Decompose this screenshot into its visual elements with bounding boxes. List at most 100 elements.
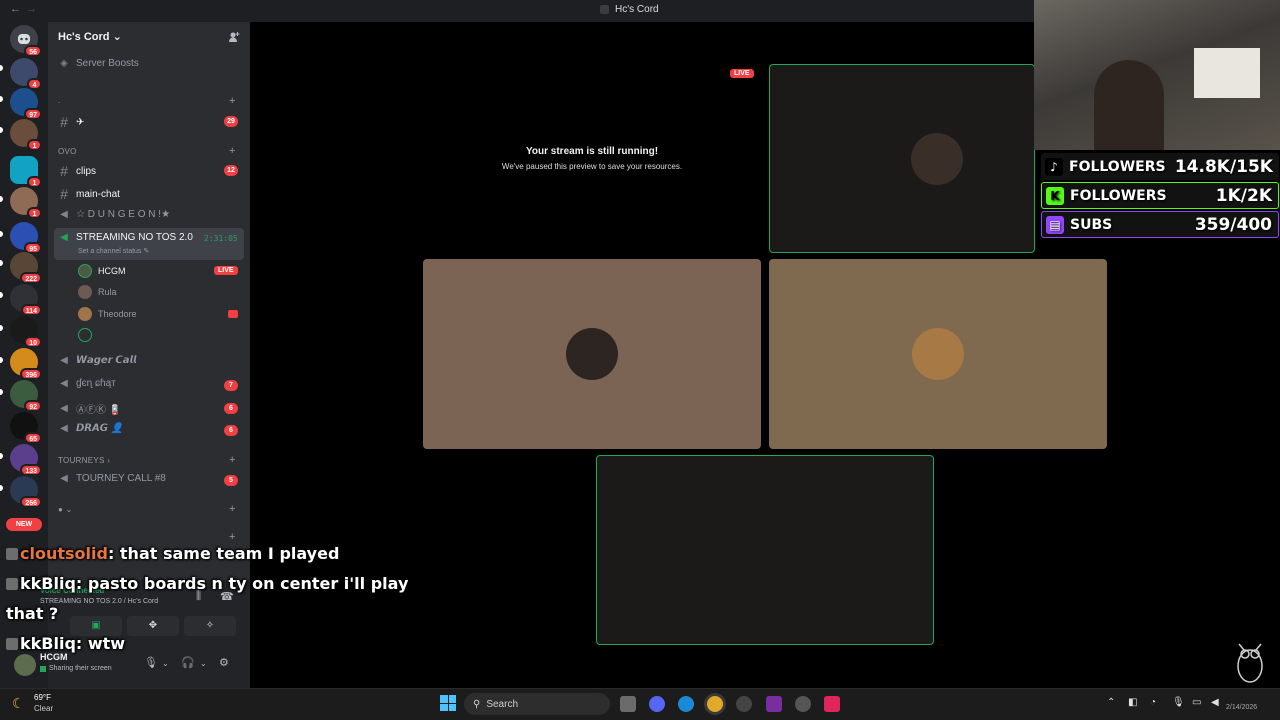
camera-live-icon — [228, 310, 238, 318]
participant-tile-empty[interactable] — [596, 455, 934, 645]
voice-channel-tourney[interactable]: ◀ TOURNEY CALL #8 — [58, 473, 166, 484]
server-icon[interactable]: 4 — [10, 58, 42, 90]
server-icon[interactable]: 95 — [10, 222, 42, 254]
start-button[interactable] — [440, 695, 456, 711]
task-view-icon[interactable] — [620, 696, 636, 712]
category-label: TOURNEYS — [58, 456, 105, 465]
owl-logo-icon — [1230, 636, 1270, 686]
voice-user-rula[interactable]: Rula — [78, 285, 117, 299]
tray-app-icon[interactable]: ◔ — [1150, 697, 1156, 708]
server-badge: 396 — [20, 368, 42, 380]
participant-tile-hcgm[interactable] — [769, 64, 1035, 253]
server-icon[interactable]: 1 — [10, 156, 42, 188]
server-icon[interactable]: 222 — [10, 252, 42, 284]
microphone-icon[interactable]: 🎙 — [144, 656, 158, 669]
chevron-down-icon[interactable]: ⌄ — [162, 659, 169, 668]
moon-icon[interactable]: ☾ — [12, 695, 25, 712]
avatar — [912, 328, 964, 380]
voice-channel-dungeon[interactable]: ◀ ☆ D U N G E O N !★ — [58, 209, 170, 220]
participant-tile-theodore[interactable] — [769, 259, 1107, 449]
app-root: ← → Hc's Cord 56 4 97 1 1 1 95 222 114 1… — [0, 0, 1280, 720]
goal-value: 359/400 — [1194, 214, 1272, 235]
channel-status-prompt[interactable]: Set a channel status ✎ — [78, 247, 149, 255]
voice-user-hcgm[interactable]: HCGM — [78, 264, 126, 278]
server-icon[interactable]: 1 — [10, 187, 42, 219]
channel-item-main-chat[interactable]: # main-chat — [58, 186, 120, 202]
server-icon[interactable]: 65 — [10, 412, 42, 444]
channel-item-clips[interactable]: # clips — [58, 163, 96, 179]
network-icon[interactable]: ▭ — [1192, 697, 1201, 708]
category-collapsed[interactable]: ● ⌄ — [58, 505, 73, 514]
avatar[interactable] — [14, 654, 36, 676]
kick-followers-goal: K FOLLOWERS 1K/2K — [1041, 182, 1279, 209]
stream-app-icon[interactable] — [766, 696, 782, 712]
chevron-down-icon[interactable]: ⌄ — [200, 659, 207, 668]
server-boosts-item[interactable]: ◈ Server Boosts — [58, 58, 139, 69]
user-status: Sharing their screen — [40, 665, 112, 672]
category-dot[interactable]: . — [58, 96, 61, 105]
clock-date[interactable]: 2/14/2026 — [1226, 704, 1257, 711]
voice-channel-wager[interactable]: ◀ 𝙒𝙖𝙜𝙚𝙧 𝘾𝙖𝙡𝙡 — [58, 355, 136, 366]
server-icon[interactable]: 10 — [10, 316, 42, 348]
add-channel-icon[interactable]: + — [229, 454, 235, 466]
windows-logo-icon — [448, 695, 456, 703]
avatar — [911, 133, 963, 185]
server-icon[interactable]: 114 — [10, 284, 42, 316]
server-icon[interactable]: 266 — [10, 476, 42, 508]
voice-channel-streaming[interactable]: ◀ STREAMING NO TOS 2.0 — [58, 232, 193, 243]
add-channel-icon[interactable]: + — [229, 145, 235, 157]
server-icon[interactable]: 92 — [10, 380, 42, 412]
discord-taskbar-icon[interactable] — [649, 696, 665, 712]
tray-app-icon[interactable]: ◧ — [1128, 697, 1137, 708]
speaker-icon: ◀ — [60, 209, 68, 220]
forward-arrow-icon[interactable]: → — [26, 3, 37, 15]
stop-stream-button[interactable]: ▣ — [70, 616, 122, 636]
server-icon[interactable]: 396 — [10, 348, 42, 380]
chevron-right-icon: › — [107, 456, 111, 465]
chevron-up-icon[interactable]: ⌃ — [1107, 697, 1115, 708]
invite-user-icon[interactable] — [228, 31, 240, 43]
new-unreads-badge[interactable]: NEW — [6, 518, 42, 531]
channel-status-text: Set a channel status — [78, 248, 142, 255]
microphone-icon[interactable]: 🎙 — [1172, 697, 1185, 708]
category-ovo[interactable]: OVO — [58, 147, 77, 156]
home-button[interactable]: 56 — [10, 25, 42, 57]
guild-header[interactable]: Hc's Cord ⌄ — [58, 30, 122, 43]
activities-button[interactable]: ✥ — [127, 616, 179, 636]
media-player-icon[interactable] — [736, 696, 752, 712]
back-arrow-icon[interactable]: ← — [10, 3, 21, 15]
add-channel-icon[interactable]: + — [229, 503, 235, 515]
volume-icon[interactable]: ◀ — [1211, 697, 1219, 708]
add-channel-icon[interactable]: + — [229, 95, 235, 107]
category-tourneys[interactable]: TOURNEYS › — [58, 456, 110, 465]
channel-label: ✈ — [76, 116, 85, 128]
edge-icon[interactable] — [678, 696, 694, 712]
channel-label: 𝘿𝙍𝘼𝙂 👤 — [76, 423, 124, 434]
participant-tile-rula[interactable] — [423, 259, 761, 449]
speaker-icon: ◀ — [60, 355, 68, 366]
voice-user-theodore[interactable]: Theodore — [78, 307, 137, 321]
voice-channel-afk[interactable]: ◀ ⒶⒻⓀ 🪫 — [58, 401, 121, 416]
soundboard-button[interactable]: ✧ — [184, 616, 236, 636]
voice-channel-drag[interactable]: ◀ 𝘿𝙍𝘼𝙂 👤 — [58, 423, 123, 434]
voice-channel-gen[interactable]: ◀ ɠєɳ ɕɦąт — [58, 378, 116, 389]
gear-icon[interactable]: ⚙ — [219, 656, 229, 669]
headphones-icon[interactable]: 🎧 — [181, 656, 195, 669]
chrome-icon[interactable] — [707, 696, 723, 712]
server-icon[interactable]: 133 — [10, 444, 42, 476]
tiktok-live-icon[interactable] — [824, 696, 840, 712]
taskbar-search[interactable]: ⚲ Search — [464, 693, 610, 715]
server-icon[interactable]: 1 — [10, 119, 42, 151]
unread-badge: 29 — [224, 116, 238, 127]
server-badge: 92 — [24, 400, 42, 412]
obs-icon[interactable] — [795, 696, 811, 712]
weather-description[interactable]: Clear — [34, 704, 53, 713]
add-channel-icon[interactable]: + — [229, 531, 235, 543]
weather-temperature[interactable]: 69°F — [34, 693, 51, 702]
speaker-icon: ◀ — [60, 473, 68, 484]
search-placeholder: Search — [486, 698, 519, 710]
speaker-icon: ◀ — [60, 403, 68, 414]
server-icon[interactable]: 97 — [10, 88, 42, 120]
channel-item-plane[interactable]: # ✈ — [58, 114, 84, 130]
kick-icon: K — [1046, 186, 1064, 205]
